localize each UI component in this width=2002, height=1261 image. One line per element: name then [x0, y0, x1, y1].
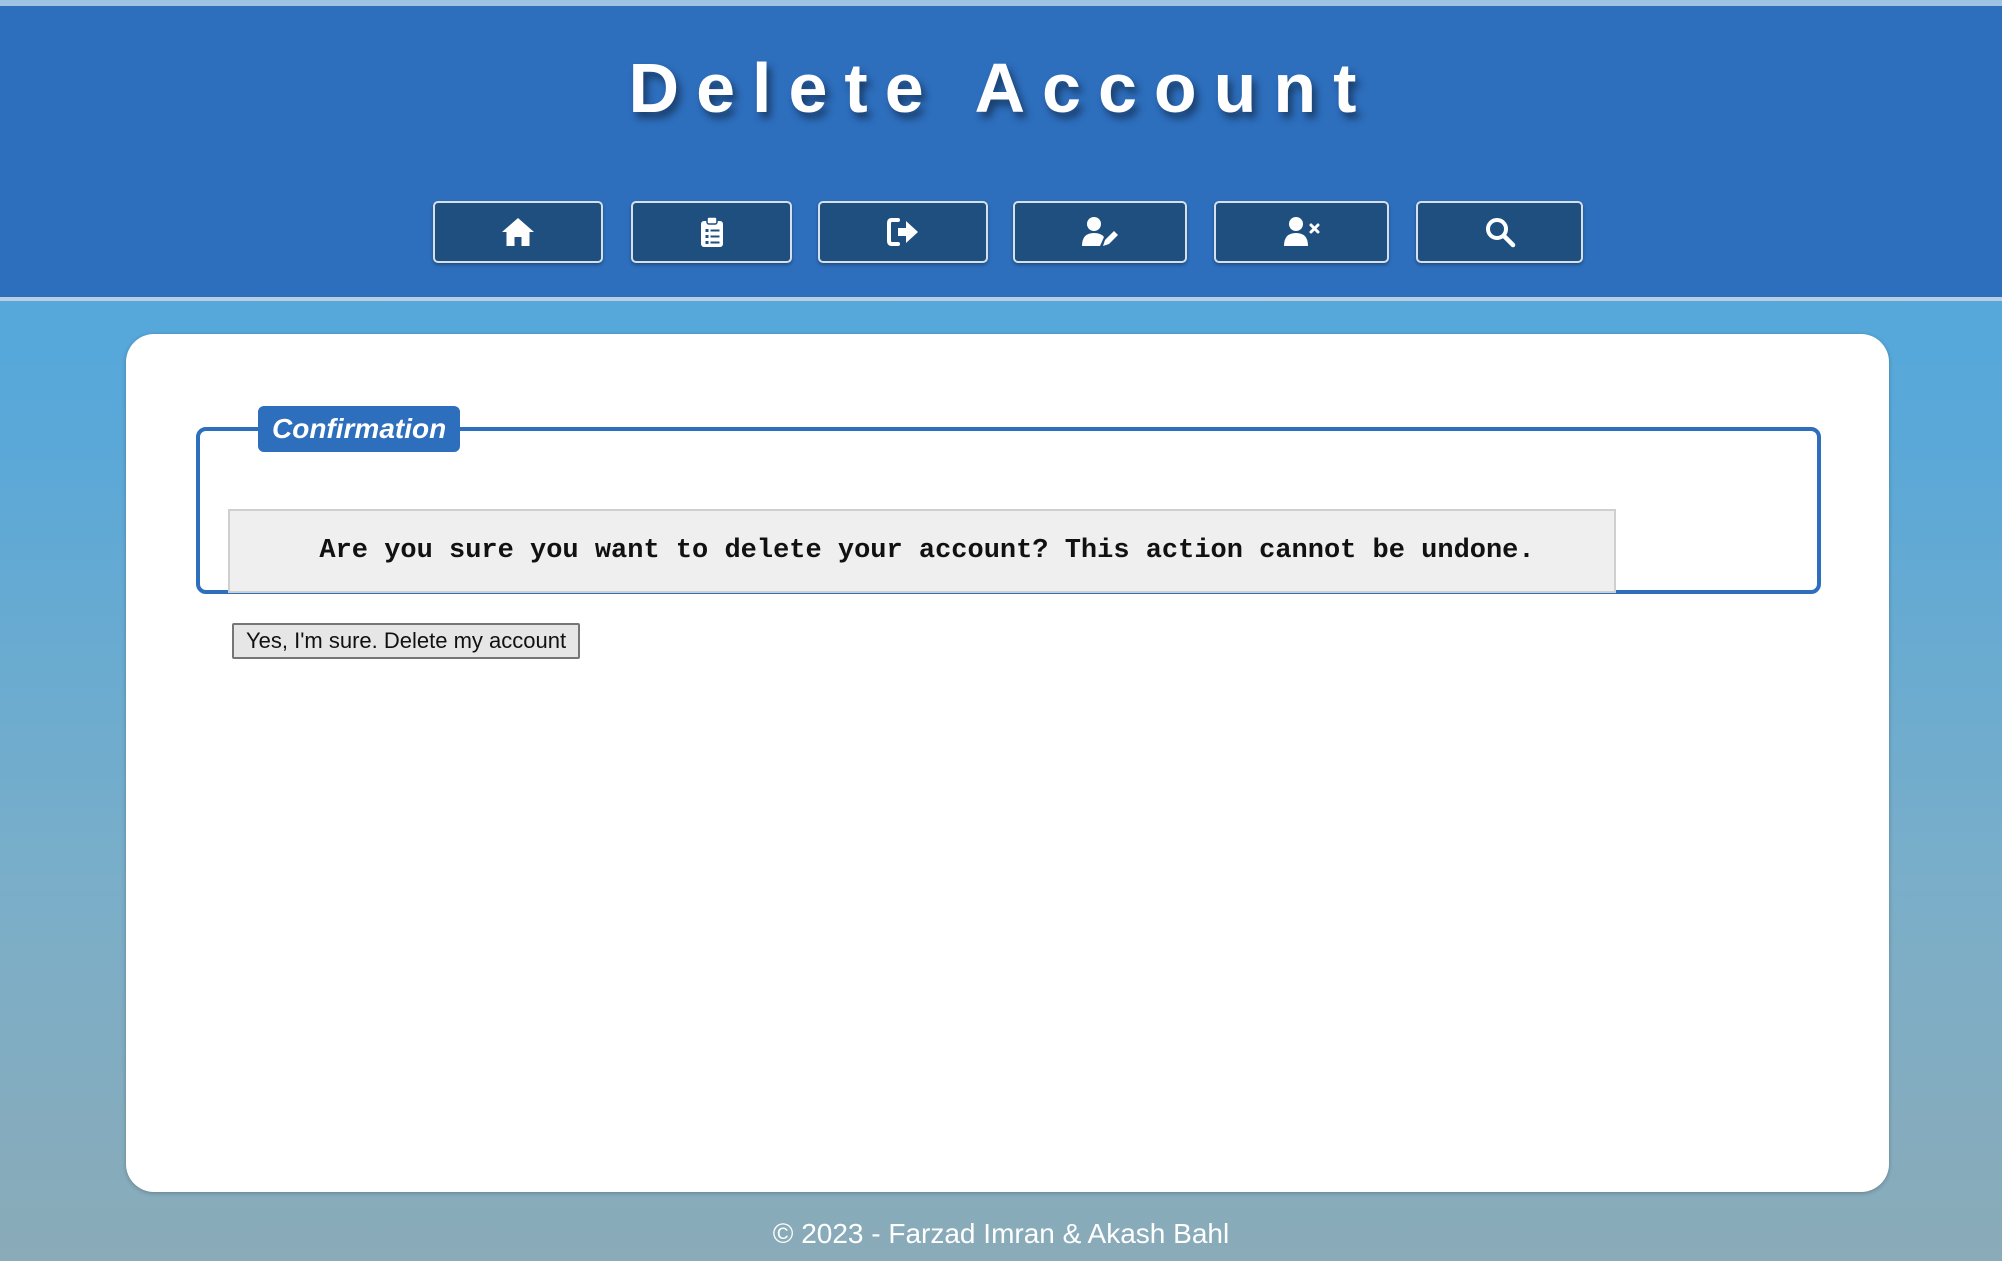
nav-delete-account-button[interactable] [1214, 201, 1389, 263]
search-icon [1484, 216, 1516, 248]
page-title: Delete Account [628, 49, 1374, 127]
sign-out-icon [886, 217, 920, 247]
confirmation-fieldset: Confirmation Are you sure you want to de… [196, 406, 1821, 659]
content-card: Confirmation Are you sure you want to de… [126, 334, 1889, 1192]
clipboard-list-icon [699, 216, 725, 248]
confirmation-message: Are you sure you want to delete your acc… [228, 509, 1616, 593]
page-header: Delete Account [0, 6, 2002, 301]
delete-account-confirm-button[interactable]: Yes, I'm sure. Delete my account [232, 623, 581, 659]
user-edit-icon [1081, 216, 1119, 248]
nav-logout-button[interactable] [818, 201, 988, 263]
user-delete-icon [1283, 216, 1321, 248]
nav-search-button[interactable] [1416, 201, 1583, 263]
nav-home-button[interactable] [433, 201, 603, 263]
confirmation-legend: Confirmation [258, 406, 461, 452]
home-icon [501, 216, 535, 248]
nav-list-button[interactable] [631, 201, 792, 263]
main-nav [0, 201, 2002, 263]
nav-edit-profile-button[interactable] [1013, 201, 1187, 263]
page-footer: © 2023 - Farzad Imran & Akash Bahl [772, 1218, 1230, 1249]
